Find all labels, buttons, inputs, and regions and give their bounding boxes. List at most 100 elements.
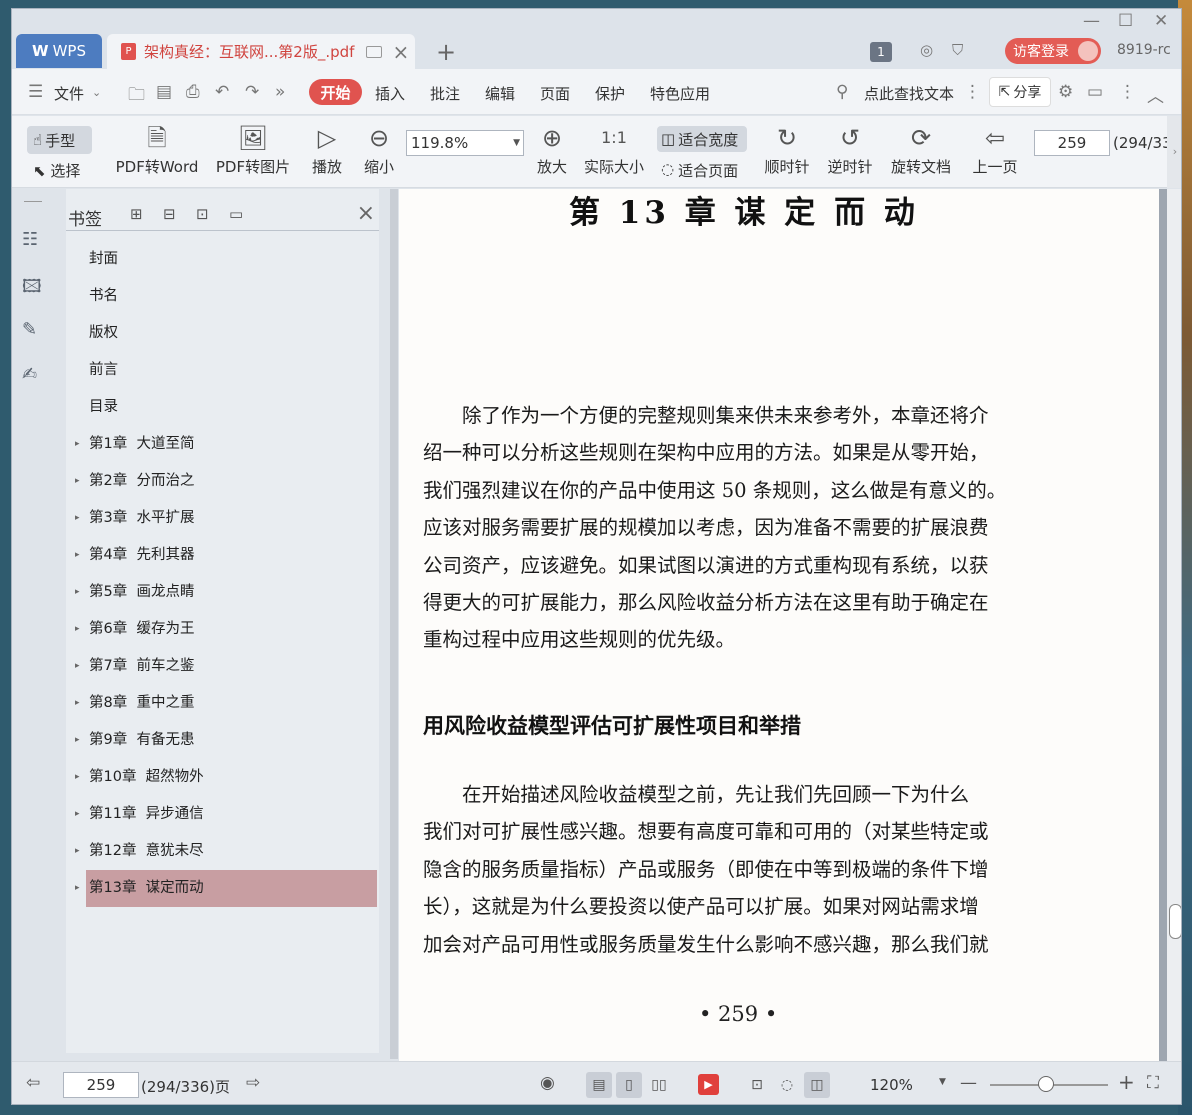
- bookmark-item[interactable]: 版权: [86, 315, 377, 352]
- fit-width-status-icon[interactable]: ◫: [804, 1072, 830, 1098]
- menu-insert[interactable]: 插入: [375, 83, 405, 104]
- shirt-icon[interactable]: ⛉: [952, 41, 972, 61]
- fullscreen-icon[interactable]: ⛶: [1147, 1073, 1159, 1093]
- toolbar-scroll-right-icon[interactable]: ›: [1167, 116, 1181, 188]
- expand-arrow-icon[interactable]: ▸: [75, 833, 80, 870]
- settings-icon[interactable]: ⚙: [1058, 82, 1073, 102]
- bookmark-item[interactable]: ▸ 第5章 画龙点睛: [75, 574, 377, 611]
- next-page-arrow-icon[interactable]: ⇨: [246, 1073, 260, 1093]
- zoom-in-button[interactable]: ⊕ 放大: [534, 124, 570, 177]
- menu-annotate[interactable]: 批注: [430, 83, 460, 104]
- skin-icon[interactable]: ◎: [920, 41, 940, 61]
- bookmark-item[interactable]: ▸ 第1章 大道至简: [75, 426, 377, 463]
- bookmark-item[interactable]: ▸ 第4章 先利其器: [75, 537, 377, 574]
- close-panel-icon[interactable]: ×: [357, 201, 375, 226]
- menu-special-apps[interactable]: 特色应用: [650, 83, 710, 104]
- bookmark-item[interactable]: ▸ 第13章 谋定而动: [75, 870, 377, 907]
- kebab-icon[interactable]: ⋮: [964, 82, 981, 102]
- expand-arrow-icon[interactable]: ▸: [75, 722, 80, 759]
- menu-edit[interactable]: 编辑: [485, 83, 515, 104]
- expand-arrow-icon[interactable]: ▸: [75, 685, 80, 722]
- bookmark-item[interactable]: ▸ 第10章 超然物外: [75, 759, 377, 796]
- double-page-view-icon[interactable]: ▯▯: [646, 1072, 672, 1098]
- guest-login-button[interactable]: 访客登录: [1005, 38, 1101, 64]
- maximize-icon[interactable]: ☐: [1118, 11, 1133, 31]
- comment-icon[interactable]: ▭: [1087, 82, 1103, 102]
- pdf-to-word-button[interactable]: 🗎 PDF转Word: [114, 124, 200, 177]
- window-count-badge[interactable]: 1: [870, 42, 892, 62]
- bookmark-item[interactable]: 前言: [86, 352, 377, 389]
- signature-icon[interactable]: ✍: [22, 364, 44, 386]
- scrollbar-thumb[interactable]: [1169, 904, 1181, 939]
- zoom-plus-icon[interactable]: +: [1118, 1070, 1135, 1094]
- bookmark-item[interactable]: ▸ 第6章 缓存为王: [75, 611, 377, 648]
- continuous-view-icon[interactable]: ▯: [616, 1072, 642, 1098]
- collapse-ribbon-icon[interactable]: ︿: [1147, 82, 1164, 107]
- rotate-counterclockwise-button[interactable]: ↺ 逆时针: [825, 124, 875, 177]
- bookmark-item[interactable]: 目录: [86, 389, 377, 426]
- select-tool-button[interactable]: ⬉ 选择: [33, 160, 80, 181]
- prev-page-arrow-icon[interactable]: ⇦: [26, 1073, 40, 1093]
- pdf-to-image-button[interactable]: 🖼 PDF转图片: [215, 124, 291, 177]
- bookmark-item[interactable]: ▸ 第12章 意犹未尽: [75, 833, 377, 870]
- thumbnail-icon[interactable]: 🖾: [22, 274, 44, 297]
- monitor-icon[interactable]: [366, 45, 383, 58]
- undo-icon[interactable]: ↶: [215, 82, 229, 102]
- expand-all-icon[interactable]: ⊞: [130, 205, 143, 223]
- search-text-button[interactable]: 点此查找文本: [864, 83, 954, 104]
- single-page-view-icon[interactable]: ▤: [586, 1072, 612, 1098]
- bookmark-options-icon[interactable]: ▭: [229, 205, 243, 223]
- zoom-minus-icon[interactable]: —: [960, 1073, 977, 1093]
- fit-page-status-icon[interactable]: ◌: [774, 1072, 800, 1098]
- redo-icon[interactable]: ↷: [245, 82, 259, 102]
- document-tab[interactable]: P 架构真经：互联网...第2版_.pdf ×: [107, 34, 415, 69]
- close-window-icon[interactable]: ✕: [1154, 11, 1168, 31]
- menu-page[interactable]: 页面: [540, 83, 570, 104]
- zoom-select[interactable]: 119.8% ▼: [406, 130, 524, 156]
- close-tab-icon[interactable]: ×: [392, 40, 409, 64]
- zoom-dropdown-icon[interactable]: ▼: [939, 1077, 946, 1087]
- hand-tool-button[interactable]: ☝ 手型: [27, 126, 92, 154]
- play-button[interactable]: ▷ 播放: [309, 124, 345, 177]
- more-icon[interactable]: »: [275, 82, 285, 102]
- search-icon[interactable]: ⚲: [836, 82, 848, 102]
- bookmark-item[interactable]: 封面: [86, 241, 377, 278]
- bookmark-item[interactable]: ▸ 第11章 异步通信: [75, 796, 377, 833]
- new-tab-button[interactable]: +: [436, 38, 456, 66]
- hamburger-icon[interactable]: ☰: [28, 82, 43, 102]
- bookmark-item[interactable]: ▸ 第3章 水平扩展: [75, 500, 377, 537]
- bookmark-item[interactable]: ▸ 第8章 重中之重: [75, 685, 377, 722]
- page-number-input[interactable]: 259: [1034, 130, 1110, 156]
- bookmark-item[interactable]: ▸ 第7章 前车之鉴: [75, 648, 377, 685]
- play-slideshow-icon[interactable]: ▶: [698, 1074, 719, 1095]
- save-icon[interactable]: ▤: [156, 82, 172, 102]
- rotate-document-button[interactable]: ⟳ 旋转文档: [889, 124, 953, 177]
- zoom-slider-knob[interactable]: [1038, 1076, 1054, 1092]
- add-bookmark-icon[interactable]: ⊡: [196, 205, 209, 223]
- share-button[interactable]: ⇱ 分享: [989, 77, 1051, 107]
- print-icon[interactable]: ⎙: [186, 82, 200, 102]
- minimize-icon[interactable]: —: [1083, 11, 1100, 31]
- fit-width-button[interactable]: ◫ 适合宽度: [657, 126, 747, 152]
- panel-splitter[interactable]: [390, 189, 398, 1059]
- more-options-icon[interactable]: ⋮: [1119, 82, 1136, 102]
- previous-page-button[interactable]: ⇦ 上一页: [970, 124, 1020, 177]
- expand-arrow-icon[interactable]: ▸: [75, 537, 80, 574]
- zoom-out-button[interactable]: ⊖ 缩小: [361, 124, 397, 177]
- eye-protection-icon[interactable]: ◉: [540, 1073, 555, 1093]
- open-folder-icon[interactable]: 🗀: [128, 82, 145, 111]
- chevron-down-icon[interactable]: ⌄: [92, 86, 101, 99]
- expand-arrow-icon[interactable]: ▸: [75, 611, 80, 648]
- collapse-all-icon[interactable]: ⊟: [163, 205, 176, 223]
- expand-arrow-icon[interactable]: ▸: [75, 870, 80, 907]
- actual-size-button[interactable]: 1:1 实际大小: [582, 124, 646, 177]
- expand-arrow-icon[interactable]: ▸: [75, 574, 80, 611]
- bookmark-item[interactable]: ▸ 第2章 分而治之: [75, 463, 377, 500]
- expand-arrow-icon[interactable]: ▸: [75, 426, 80, 463]
- actual-size-status-icon[interactable]: ⊡: [744, 1072, 770, 1098]
- menu-start[interactable]: 开始: [309, 79, 362, 105]
- expand-arrow-icon[interactable]: ▸: [75, 759, 80, 796]
- status-page-input[interactable]: 259: [63, 1072, 139, 1098]
- rotate-clockwise-button[interactable]: ↻ 顺时针: [762, 124, 812, 177]
- menu-protect[interactable]: 保护: [595, 83, 625, 104]
